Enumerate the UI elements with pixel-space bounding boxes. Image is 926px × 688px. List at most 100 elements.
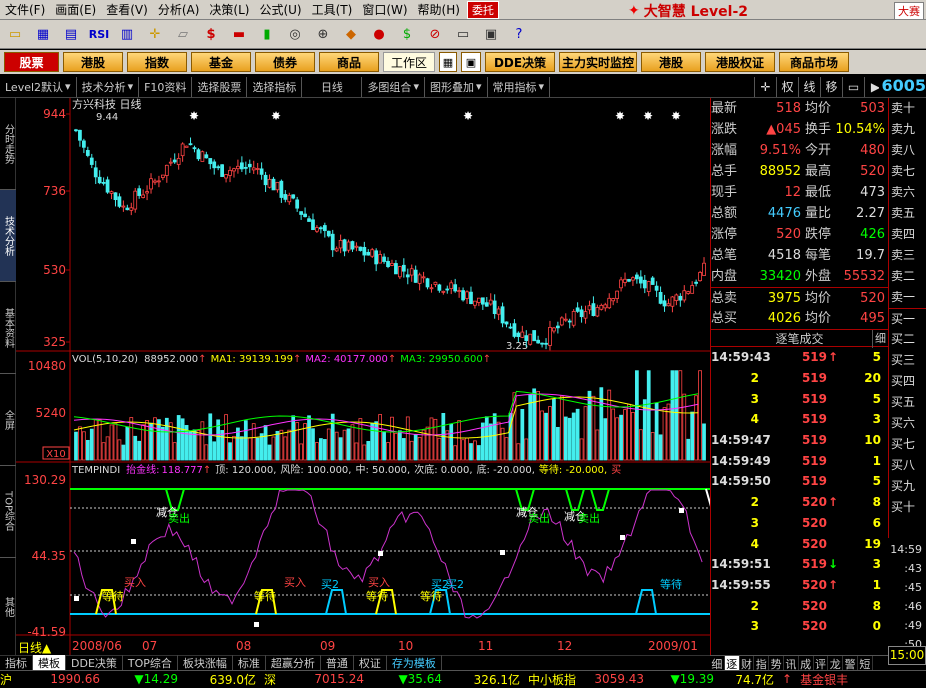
weituo-button[interactable]: 委托 [466,0,499,19]
bottom-tab[interactable]: TOP综合 [123,655,178,671]
ltab-other[interactable]: 其他 [0,558,16,656]
right-tab[interactable]: 讯 [784,656,799,671]
nav-dde[interactable]: DDE决策 [485,52,555,72]
right-tab[interactable]: 逐 [724,656,740,671]
satellite-icon[interactable]: ⊕ [311,23,335,45]
indicator-icon[interactable]: ▬ [227,23,251,45]
nav-bonds[interactable]: 债券 [255,52,315,72]
grid-icon[interactable]: ▥ [115,23,139,45]
right-tab[interactable]: 细 [710,656,725,671]
ruler-icon[interactable]: ▱ [171,23,195,45]
chart-icon[interactable]: ▤ [59,23,83,45]
record-icon[interactable]: ● [367,23,391,45]
tab-overlay[interactable]: 图形叠加 ▾ [425,76,488,97]
status-sh-chg: ▼14.29 [134,672,179,686]
bottom-tab[interactable]: DDE决策 [66,655,123,671]
menu-tools[interactable]: 工具(T) [307,1,358,18]
right-tab[interactable]: 势 [769,656,784,671]
daily-period-label[interactable]: 日线▲ [18,641,52,655]
window-icon[interactable]: ▣ [479,23,503,45]
bars-icon[interactable]: ▮ [255,23,279,45]
tab-select-stock[interactable]: 选择股票 [192,76,248,97]
trade-row: 2 520 ↑ 8 [750,495,881,510]
dollar2-icon[interactable]: $ [395,23,419,45]
tab-line[interactable]: 线 [798,76,820,97]
tab-multi[interactable]: 多图组合 ▾ [362,76,425,97]
nav-stocks[interactable]: 股票 [4,52,59,72]
quote-value2: 495 [860,311,885,326]
contest-button[interactable]: 大赛 [894,2,924,20]
volume-bar [567,417,572,461]
diamond-icon[interactable]: ◆ [339,23,363,45]
note-icon[interactable]: ▭ [451,23,475,45]
tab-select-indicator[interactable]: 选择指标 [247,76,303,97]
bottom-tab[interactable]: 标准 [233,655,266,671]
candle-body [97,176,102,184]
nav-hk-warrants[interactable]: 港股权证 [705,52,775,72]
menu-file[interactable]: 文件(F) [0,1,50,18]
tab-level2[interactable]: Level2默认 ▾ [0,76,77,97]
tab-tech-analysis[interactable]: 技术分析 ▾ [77,76,140,97]
right-tab[interactable]: 警 [843,656,858,671]
ltab-tech[interactable]: 技术分析 [0,190,16,282]
ltab-top[interactable]: TOP综合 [0,466,16,558]
right-tab[interactable]: 龙 [828,656,844,671]
tab-common-indicators[interactable]: 常用指标 ▾ [488,76,551,97]
menu-analysis[interactable]: 分析(A) [153,1,205,18]
restore-icon[interactable]: ▭ [842,76,864,97]
nav-hk[interactable]: 港股 [641,52,701,72]
rsi-icon[interactable]: RSI [87,23,111,45]
tab-f10[interactable]: F10资料 [139,76,193,97]
workzone-grid-icon[interactable]: ▦ [439,52,457,72]
bottom-tab[interactable]: 模板 [33,655,66,671]
tab-weight[interactable]: 权 [776,76,798,97]
menu-window[interactable]: 窗口(W) [357,1,412,18]
volume-bar [678,370,683,461]
open-folder-icon[interactable]: ▭ [3,23,27,45]
menu-decision[interactable]: 决策(L) [204,1,254,18]
volume-bar [397,430,402,461]
trades-detail-button[interactable]: 细 [872,330,886,348]
tab-bar: Level2默认 ▾ 技术分析 ▾ F10资料 选择股票 选择指标 日线 多图组合 ▾… [0,76,926,98]
tab-move[interactable]: 移 [820,76,842,97]
candle-body [236,165,240,170]
nav-hk-stocks[interactable]: 港股 [63,52,123,72]
bottom-tab[interactable]: 超赢分析 [266,655,321,671]
chart-area[interactable]: 方兴科技 日线 944 736 530 325 9.44 3.25 ✸ ✸ ✸ ✸ ✸ ✸… [16,98,710,655]
crosshair-icon[interactable]: ✛ [143,23,167,45]
right-tab[interactable]: 财 [740,656,755,671]
right-tab[interactable]: 指 [754,656,770,671]
volume-bar [690,411,695,461]
menu-help[interactable]: 帮助(H) [413,1,465,18]
right-tab[interactable]: 短 [858,656,873,671]
nav-workzone[interactable]: 工作区 [383,52,435,72]
binoculars-icon[interactable]: ◎ [283,23,307,45]
ltab-basic[interactable]: 基本资料 [0,282,16,374]
bottom-tab[interactable]: 板块涨幅 [178,655,233,671]
bottom-tab[interactable]: 权证 [354,655,387,671]
help-icon[interactable]: ? [507,23,531,45]
dollar-icon[interactable]: $ [199,23,223,45]
nav-commodities[interactable]: 商品 [319,52,379,72]
market-icon[interactable]: ▦ [31,23,55,45]
tab-daily[interactable]: 日线 [302,76,363,97]
bottom-tab[interactable]: 普通 [321,655,354,671]
nav-index[interactable]: 指数 [127,52,187,72]
ltab-intraday[interactable]: 分时走势 [0,98,16,190]
bottom-tab[interactable]: 指标 [0,655,33,671]
crosshair-tool-icon[interactable]: ✛ [754,76,776,97]
nav-commodity-market[interactable]: 商品市场 [779,52,849,72]
nav-funds[interactable]: 基金 [191,52,251,72]
nav-main-monitor[interactable]: 主力实时监控 [559,52,637,72]
ltab-fullscreen[interactable]: 全屏 [0,374,16,466]
right-tab[interactable]: 成 [799,656,814,671]
stop-icon[interactable]: ⊘ [423,23,447,45]
workzone-window-icon[interactable]: ▣ [461,52,481,72]
menu-formula[interactable]: 公式(U) [254,1,306,18]
menu-view[interactable]: 查看(V) [101,1,153,18]
right-tab[interactable]: 评 [814,656,829,671]
bottom-tab[interactable]: 存为模板 [387,655,442,671]
candle-body [338,240,343,249]
candle-body [386,260,390,267]
menu-screen[interactable]: 画面(E) [50,1,101,18]
